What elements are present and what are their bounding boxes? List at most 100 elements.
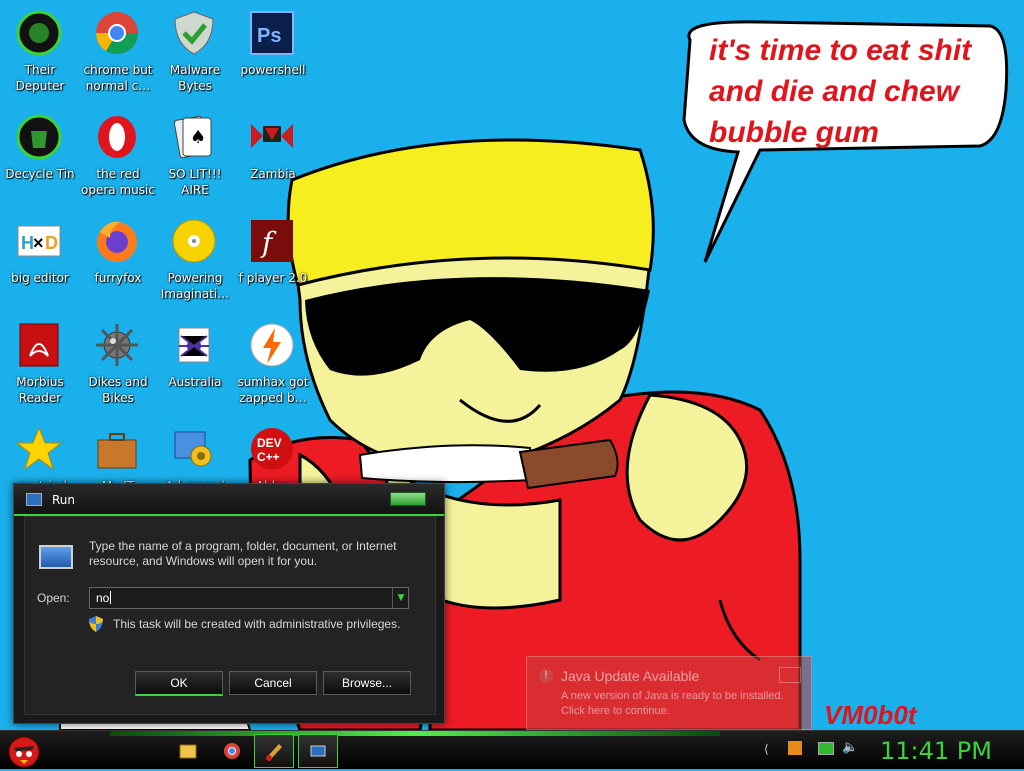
desktop-icon-dikes-and-bikes[interactable]: Dikes and Bikes: [78, 316, 158, 416]
java-update-body: A new version of Java is ready to be ins…: [561, 689, 784, 719]
chrome-icon: [224, 743, 240, 759]
desktop-icon-label: big editor: [11, 271, 69, 285]
mine-icon: [96, 324, 138, 366]
desktop-icon-solitaire[interactable]: ♠ SO LIT!!! AIRE: [155, 108, 235, 208]
desktop-icon-australia[interactable]: Australia: [155, 316, 235, 416]
desktop-icon-label: Decycle Tin: [5, 167, 75, 181]
gears-icon: [174, 431, 212, 467]
run-program-icon: [39, 545, 73, 569]
firefox-icon: [97, 221, 137, 262]
browse-button[interactable]: Browse...: [323, 671, 411, 695]
opera-icon: [98, 116, 136, 158]
desktop-icon-label: Australia: [168, 375, 222, 389]
uac-shield-icon: [89, 616, 103, 632]
desktop-icon-furryfox[interactable]: furryfox: [78, 212, 158, 312]
hex-editor-icon: H × D: [17, 225, 61, 257]
run-description: Type the name of a program, folder, docu…: [89, 539, 397, 568]
taskbar-run[interactable]: [298, 734, 338, 768]
briefcase-icon: [97, 433, 137, 469]
desktop-icon-zambia[interactable]: Zambia: [233, 108, 313, 208]
desktop-icon-sumhax[interactable]: sumhax got zapped b…: [233, 316, 313, 416]
desktop-icon-their-deputer[interactable]: Their Deputer: [0, 4, 80, 104]
desktop-icon-label: Powering Imaginati…: [160, 271, 230, 301]
desktop-icon-opera[interactable]: the red opera music: [78, 108, 158, 208]
artist-signature: VM0b0t: [824, 700, 917, 730]
desktop-icon-label: powershell: [240, 63, 306, 77]
paint-icon: [266, 744, 282, 761]
desktop-icon-chrome[interactable]: chrome but normal c…: [78, 4, 158, 104]
volume-icon[interactable]: 🔈: [842, 740, 858, 755]
flash-icon: f: [251, 220, 293, 262]
star-icon: [16, 426, 62, 471]
desktop-icon-label: Morbius Reader: [16, 375, 64, 405]
desktop-icon-label: chrome but normal c…: [83, 63, 153, 93]
cancel-button[interactable]: Cancel: [229, 671, 317, 695]
recycle-bin-icon: [16, 114, 62, 160]
desktop-icon-label: Malware Bytes: [169, 63, 221, 93]
close-icon[interactable]: [779, 667, 801, 683]
desktop-icon-powering-imagination[interactable]: Powering Imaginati…: [155, 212, 235, 312]
folder-icon: [179, 744, 197, 759]
lightning-icon: [250, 323, 294, 367]
svg-text:Ps: Ps: [257, 25, 281, 47]
java-update-line-1: A new version of Java is ready to be ins…: [561, 690, 784, 702]
desktop-icon-label: Zambia: [250, 167, 296, 181]
solitaire-icon: ♠: [173, 115, 212, 159]
svg-text:×: ×: [33, 233, 44, 253]
desktop-icon-label: f player 2.0: [238, 271, 308, 285]
system-tray: ⟨ 🔈: [760, 740, 870, 762]
desktop-icon-label: SO LIT!!! AIRE: [168, 167, 222, 197]
svg-text:♠: ♠: [190, 127, 206, 148]
desktop-icon-powershell[interactable]: Ps powershell: [233, 4, 313, 104]
open-input-value: no: [96, 591, 110, 605]
network-icon[interactable]: [818, 742, 834, 755]
svg-text:DEV: DEV: [257, 436, 282, 450]
taskbar-paint[interactable]: [254, 734, 294, 768]
desktop-icon-f-player[interactable]: f f player 2.0: [233, 212, 313, 312]
java-icon[interactable]: [788, 741, 802, 755]
spider-icon: [178, 327, 210, 363]
start-button[interactable]: [4, 732, 44, 768]
desktop-icon-label: Their Deputer: [15, 63, 65, 93]
shield-check-icon: [174, 11, 214, 55]
open-input[interactable]: no ▼: [89, 587, 409, 609]
run-dialog-titlebar[interactable]: Run: [14, 484, 444, 516]
ok-button[interactable]: OK: [135, 671, 223, 696]
chrome-icon: [95, 12, 139, 55]
taskbar-explorer[interactable]: [168, 734, 208, 768]
text-caret: [110, 591, 111, 604]
open-label: Open:: [37, 591, 70, 605]
clock[interactable]: 11:41 PM: [880, 737, 1000, 765]
run-icon: [310, 745, 326, 757]
devcpp-icon: DEVC++: [251, 428, 293, 470]
java-update-title: Java Update Available: [561, 668, 700, 684]
desktop-icon-morbius-reader[interactable]: Morbius Reader: [0, 316, 80, 416]
arrow-icon[interactable]: ⟨: [764, 742, 769, 756]
chevron-down-icon[interactable]: ▼: [392, 588, 409, 608]
desktop-icon-decycle-tin[interactable]: Decycle Tin: [0, 108, 80, 208]
computer-icon: [16, 10, 62, 56]
taskbar: ⟨ 🔈 11:41 PM: [0, 730, 1024, 769]
java-update-notification[interactable]: ! Java Update Available A new version of…: [526, 656, 812, 730]
photoshop-icon: Ps: [250, 11, 294, 55]
desktop-icon-label: furryfox: [94, 271, 142, 285]
disc-icon: [172, 219, 216, 263]
pdf-reader-icon: [19, 323, 59, 367]
run-icon: [26, 493, 42, 506]
desktop-icon-big-editor[interactable]: H × D big editor: [0, 212, 80, 312]
java-update-line-2: Click here to continue.: [561, 705, 670, 717]
run-dialog-body: Type the name of a program, folder, docu…: [24, 516, 436, 715]
run-dialog: Run Type the name of a program, folder, …: [13, 483, 445, 724]
desktop-icon-label: sumhax got zapped b…: [237, 375, 309, 405]
desktop-icon-label: the red opera music: [81, 167, 155, 197]
run-dialog-title: Run: [52, 493, 76, 507]
svg-text:C++: C++: [257, 450, 280, 464]
desktop-icon-malware-bytes[interactable]: Malware Bytes: [155, 4, 235, 104]
svg-text:D: D: [45, 233, 58, 253]
close-button[interactable]: [390, 492, 426, 506]
flag-icon: [251, 124, 293, 148]
desktop-icon-label: Dikes and Bikes: [88, 375, 148, 405]
admin-privileges-note: This task will be created with administr…: [113, 617, 401, 631]
java-alert-icon: !: [539, 669, 553, 683]
taskbar-chrome[interactable]: [212, 734, 252, 768]
